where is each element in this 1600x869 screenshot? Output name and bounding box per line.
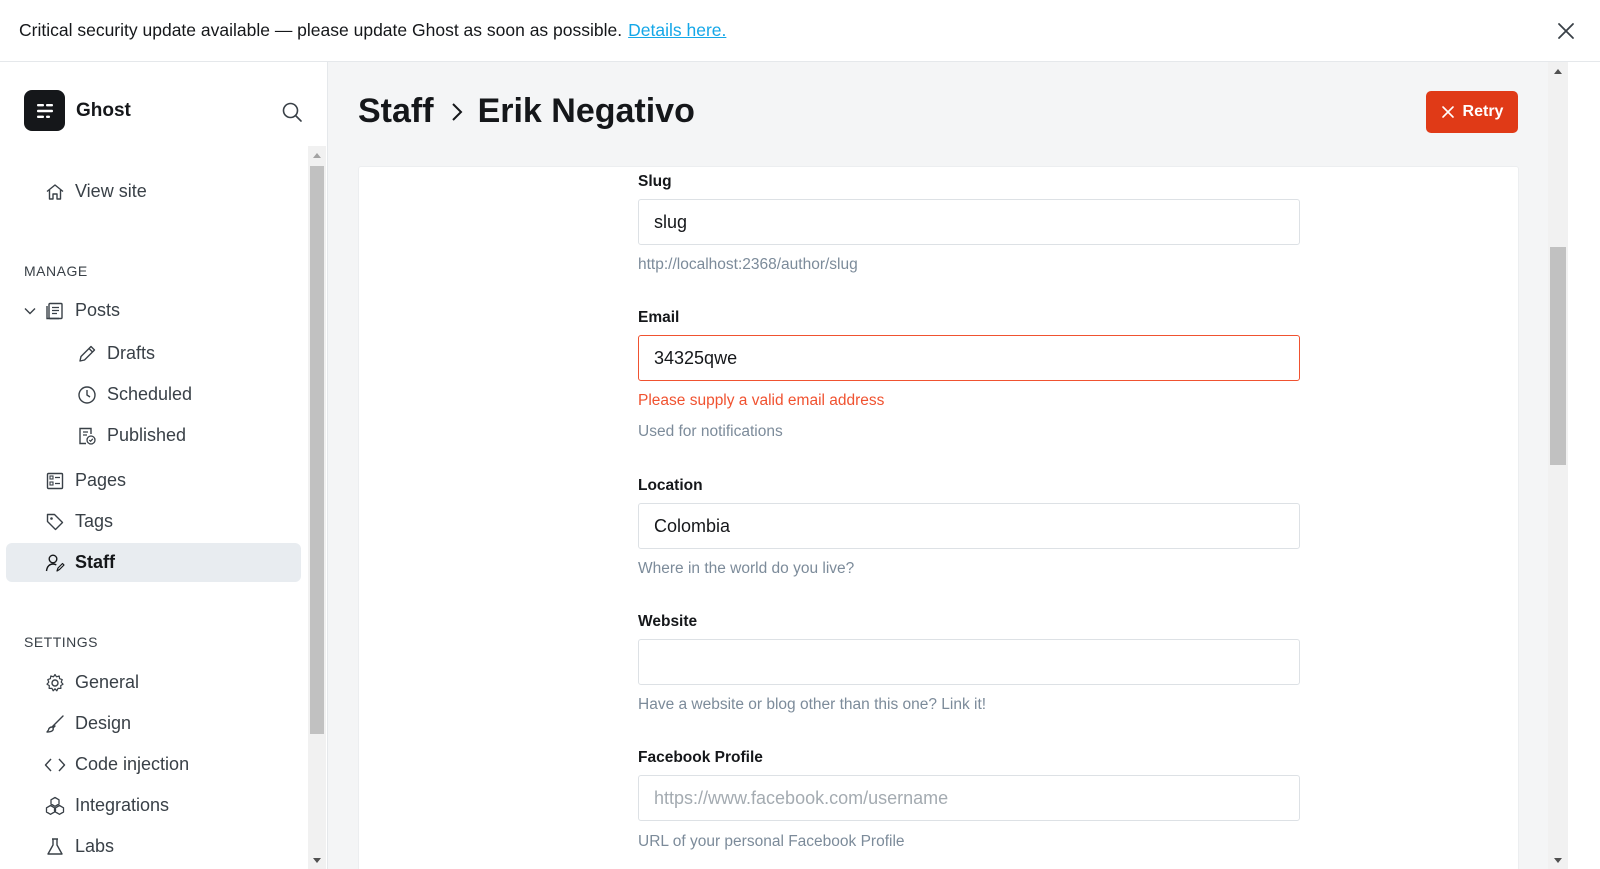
update-banner: Critical security update available — ple… [0, 0, 1600, 62]
website-label: Website [638, 613, 698, 630]
sidebar-item-label: Design [75, 713, 132, 733]
integrations-icon [44, 795, 66, 817]
email-label: Email [638, 309, 680, 326]
posts-icon [44, 300, 66, 322]
sidebar-item-label: Drafts [107, 343, 156, 363]
brush-icon [44, 713, 66, 735]
sidebar-item-label: Code injection [75, 754, 190, 774]
clock-icon [76, 384, 98, 406]
scroll-down-arrow-icon[interactable] [313, 858, 321, 863]
sidebar-scrollbar-thumb[interactable] [310, 166, 324, 734]
main-content: Staff Erik Negativo Retry Slug slug http… [328, 62, 1600, 869]
email-hint: Used for notifications [638, 423, 783, 440]
main-scrollbar-thumb[interactable] [1550, 247, 1566, 465]
pencil-icon [76, 343, 98, 365]
sidebar-item-published[interactable]: Published [38, 416, 301, 455]
sidebar-item-label: Published [107, 425, 187, 445]
breadcrumb: Staff Erik Negativo [358, 92, 695, 131]
chevron-right-icon [450, 101, 464, 123]
website-hint: Have a website or blog other than this o… [638, 696, 987, 713]
close-icon[interactable] [1554, 19, 1578, 43]
location-label: Location [638, 477, 703, 494]
staff-form-card: Slug slug http://localhost:2368/author/s… [358, 166, 1519, 869]
banner-message: Critical security update available — ple… [19, 20, 623, 40]
gear-icon [44, 672, 66, 694]
sidebar-scrollbar[interactable] [308, 146, 326, 869]
scroll-up-arrow-icon[interactable] [313, 153, 321, 158]
sidebar-item-label: View site [75, 181, 147, 201]
sidebar-item-label: Pages [75, 470, 127, 490]
sidebar-item-posts[interactable]: Posts [6, 291, 301, 330]
retry-button[interactable]: Retry [1426, 91, 1518, 133]
sidebar-item-label: General [75, 672, 140, 692]
close-icon [1441, 106, 1454, 118]
sidebar-item-staff[interactable]: Staff [6, 543, 301, 582]
slug-input[interactable]: slug [638, 199, 1300, 245]
slug-value: slug [654, 211, 688, 232]
sidebar-item-drafts[interactable]: Drafts [38, 334, 301, 373]
facebook-label: Facebook Profile [638, 749, 763, 766]
banner-details-link[interactable]: Details here. [628, 20, 726, 41]
slug-hint: http://localhost:2368/author/slug [638, 256, 858, 273]
facebook-placeholder: https://www.facebook.com/username [654, 787, 949, 808]
sidebar-item-label: Posts [75, 300, 121, 320]
email-field[interactable]: 34325qwe [638, 335, 1300, 381]
sidebar-item-labs[interactable]: Labs [6, 827, 301, 866]
brand[interactable]: Ghost [24, 90, 131, 131]
retry-label: Retry [1462, 103, 1504, 120]
flask-icon [44, 836, 66, 858]
published-icon [76, 425, 98, 447]
scroll-down-arrow-icon[interactable] [1554, 858, 1562, 863]
sidebar-item-label: Tags [75, 511, 114, 531]
main-scrollbar[interactable] [1548, 62, 1568, 869]
email-value: 34325qwe [654, 347, 738, 368]
sidebar-item-scheduled[interactable]: Scheduled [38, 375, 301, 414]
scroll-up-arrow-icon[interactable] [1554, 69, 1562, 74]
sidebar-item-integrations[interactable]: Integrations [6, 786, 301, 825]
facebook-input[interactable]: https://www.facebook.com/username [638, 775, 1300, 821]
tag-icon [44, 511, 66, 533]
search-icon[interactable] [280, 100, 304, 124]
sidebar-item-label: Integrations [75, 795, 170, 815]
sidebar-item-general[interactable]: General [6, 663, 301, 702]
sidebar-item-pages[interactable]: Pages [6, 461, 301, 500]
page-title: Erik Negativo [477, 92, 695, 130]
location-hint: Where in the world do you live? [638, 560, 855, 577]
website-input[interactable] [638, 639, 1300, 685]
location-value: Colombia [654, 515, 731, 536]
sidebar-item-label: Labs [75, 836, 115, 856]
right-edge [1568, 62, 1600, 869]
sidebar: Ghost View site MANAGE Posts Drafts Sche… [0, 62, 328, 869]
home-icon [44, 181, 66, 203]
sidebar-nav: View site MANAGE Posts Drafts Scheduled [0, 146, 308, 869]
sidebar-item-label: Staff [75, 552, 115, 572]
sidebar-item-design[interactable]: Design [6, 704, 301, 743]
pages-icon [44, 470, 66, 492]
sidebar-item-code-injection[interactable]: Code injection [6, 745, 301, 784]
sidebar-item-tags[interactable]: Tags [6, 502, 301, 541]
manage-heading: MANAGE [24, 263, 88, 279]
breadcrumb-staff-link[interactable]: Staff [358, 92, 434, 131]
staff-icon [44, 552, 66, 574]
email-error-message: Please supply a valid email address [638, 392, 885, 409]
brand-name: Ghost [76, 99, 131, 121]
sidebar-item-label: Scheduled [107, 384, 193, 404]
facebook-hint: URL of your personal Facebook Profile [638, 833, 905, 850]
ghost-logo-icon [24, 90, 65, 131]
slug-label: Slug [638, 173, 672, 190]
settings-heading: SETTINGS [24, 634, 99, 650]
code-icon [44, 754, 66, 776]
location-input[interactable]: Colombia [638, 503, 1300, 549]
sidebar-item-view-site[interactable]: View site [6, 172, 301, 211]
